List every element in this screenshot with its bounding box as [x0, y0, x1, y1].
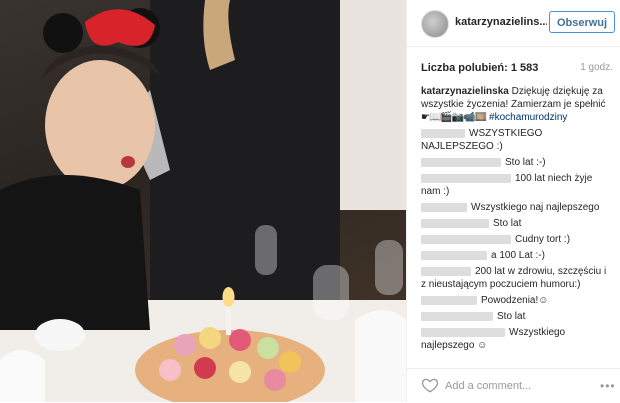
post-header: katarzynazielins... Obserwuj [407, 0, 620, 47]
comment-text: Sto lat [493, 218, 522, 229]
avatar[interactable] [421, 10, 449, 38]
instagram-post: katarzynazielins... Obserwuj Liczba polu… [0, 0, 620, 402]
stats-row: Liczba polubień: 1 583 1 godz. [421, 62, 613, 76]
comment-item: WSZYSTKIEGO NAJLEPSZEGO :) [421, 127, 613, 153]
comment-item: Sto lat :-) [421, 156, 613, 169]
blurred-username [421, 128, 465, 138]
comment-text: Sto lat [497, 311, 526, 322]
add-comment-input[interactable]: Add a comment... [445, 380, 531, 392]
comments-list: katarzynazielinska Dziękuję dziękuję za … [421, 85, 613, 355]
more-dots-icon[interactable]: ••• [600, 379, 616, 393]
blurred-username [421, 266, 471, 276]
comment-item: 100 lat niech żyje nam :) [421, 172, 613, 198]
comment-text: Wszystkiego naj najlepszego [471, 202, 600, 213]
likes-count[interactable]: Liczba polubień: 1 583 [421, 62, 538, 74]
blurred-username [421, 234, 511, 244]
blurred-username [421, 295, 477, 305]
post-photo[interactable] [0, 0, 406, 402]
comment-item: Sto lat [421, 217, 613, 230]
comment-item: Wszystkiego najlepszego ☺ [421, 326, 613, 352]
caption: katarzynazielinska Dziękuję dziękuję za … [421, 85, 613, 124]
blurred-username [421, 157, 501, 167]
blurred-username [421, 327, 505, 337]
comment-text: Cudny tort :) [515, 234, 571, 245]
blurred-username [421, 218, 489, 228]
blurred-username [421, 250, 487, 260]
follow-button[interactable]: Obserwuj [549, 11, 615, 33]
caption-emojis: ☛📖🎬📷📹🎞️ [421, 112, 487, 123]
comment-item: Cudny tort :) [421, 233, 613, 246]
comment-item: Wszystkiego naj najlepszego [421, 201, 613, 214]
comment-item: Powodzenia!☺ [421, 294, 613, 307]
comment-item: a 100 Lat :-) [421, 249, 613, 262]
comment-text: Powodzenia!☺ [481, 295, 549, 306]
caption-username[interactable]: katarzynazielinska [421, 86, 509, 97]
blurred-username [421, 311, 493, 321]
comment-bar: Add a comment... ••• [407, 368, 620, 403]
comment-text: a 100 Lat :-) [491, 250, 545, 261]
comment-item: 200 lat w zdrowiu, szczęściu i z nieusta… [421, 265, 613, 291]
comment-item: Sto lat [421, 310, 613, 323]
heart-icon[interactable] [421, 376, 439, 394]
blurred-username [421, 202, 467, 212]
photo-illustration [0, 0, 406, 402]
comment-text: Sto lat :-) [505, 157, 546, 168]
blurred-username [421, 173, 511, 183]
post-time[interactable]: 1 godz. [580, 62, 613, 73]
post-sidebar: katarzynazielins... Obserwuj Liczba polu… [406, 0, 620, 402]
username[interactable]: katarzynazielins... [455, 16, 547, 28]
caption-hashtag[interactable]: #kochamurodziny [489, 112, 567, 123]
